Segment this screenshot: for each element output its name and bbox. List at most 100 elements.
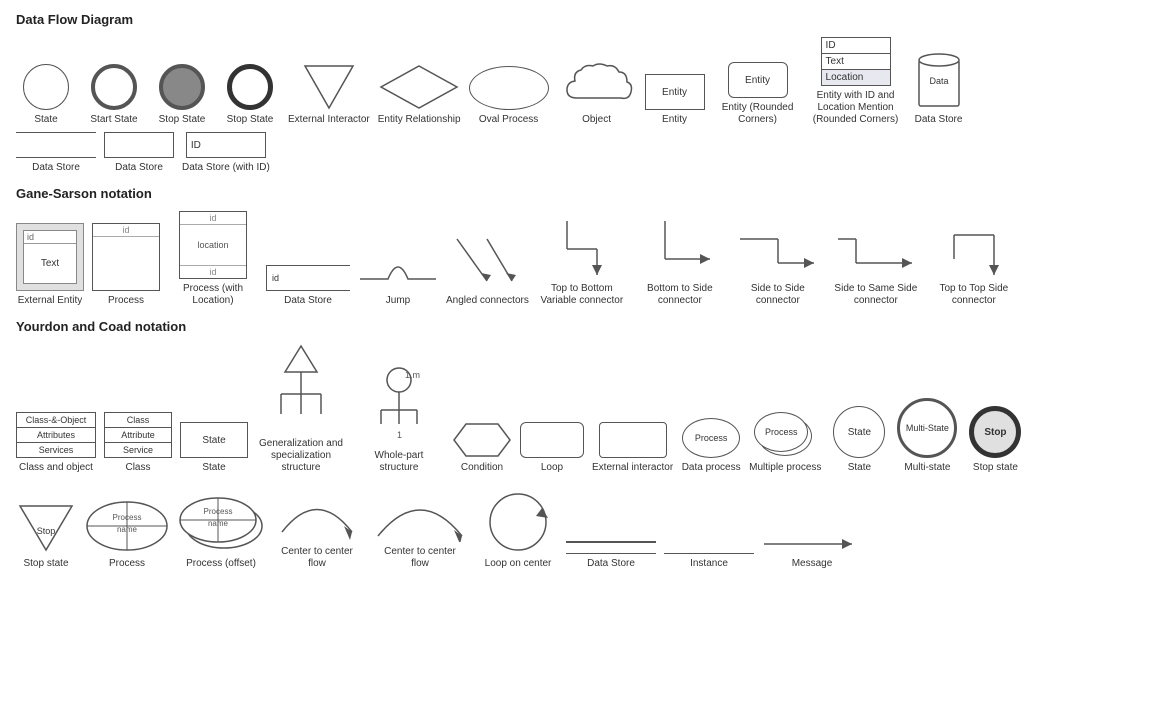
datastore-lines-shape	[16, 132, 96, 158]
gs-id: id	[24, 231, 76, 244]
dfd-entity-rounded: Entity Entity (Rounded Corners)	[713, 62, 803, 126]
yd-data-process-item: Process Data process	[681, 418, 741, 474]
yd-datastore-item: Data Store	[566, 541, 656, 570]
gs-process-body	[93, 237, 159, 290]
dfd-entity-relationship: Entity Relationship	[378, 64, 461, 126]
gs-jump-shape	[358, 245, 438, 291]
datastore-rect-label: Data Store	[115, 162, 163, 174]
gs-side-side-item: Side to Side connector	[733, 219, 823, 307]
gs-angled-shape	[447, 231, 527, 291]
dfd-state: State	[16, 64, 76, 126]
svg-text:name: name	[208, 519, 229, 528]
gs-process-shape: id	[92, 223, 160, 291]
yd-multi-process-label: Multiple process	[749, 462, 821, 474]
dfd-start-state: Start State	[84, 64, 144, 126]
gs-side-same-label: Side to Same Side connector	[831, 283, 921, 307]
stop-state-label-2: Stop State	[227, 114, 274, 126]
gs-bottom-side-label: Bottom to Side connector	[635, 283, 725, 307]
stop-state-shape-2	[227, 64, 273, 110]
yd-state-circle-shape: State	[833, 406, 885, 458]
dfd-datastore-id: ID Data Store (with ID)	[182, 132, 270, 174]
gs-side-same-item: Side to Same Side connector	[831, 219, 921, 307]
gane-row1: id Text External Entity id Process id lo	[16, 211, 1149, 307]
oval-process-shape	[469, 66, 549, 110]
gane-section: Gane-Sarson notation id Text External En…	[16, 186, 1149, 307]
data-store-label: Data Store	[915, 114, 963, 126]
gs-loc-id2: id	[180, 265, 246, 278]
yourdon-row2: Stop Stop state Process name Process	[16, 482, 1149, 570]
yd-instance-shape	[664, 553, 754, 555]
gs-datastore-label: Data Store	[284, 295, 332, 307]
yd-gen-item: Generalization and specialization struct…	[256, 344, 346, 474]
yd-loop-center-label: Loop on center	[485, 558, 552, 570]
yd-state-shape: State	[180, 422, 248, 458]
dfd-section: Data Flow Diagram State Start State Stop…	[16, 12, 1149, 174]
yd-process-item: Process name Process	[84, 498, 170, 570]
dfd-object: Object	[557, 58, 637, 126]
yd-center-flow2-label: Center to center flow	[375, 546, 465, 570]
gs-top-top-label: Top to Top Side connector	[929, 283, 1019, 307]
dfd-stop-state-1: Stop State	[152, 64, 212, 126]
datastore-rect-shape	[104, 132, 174, 158]
svg-text:Data: Data	[929, 76, 948, 86]
dfd-stop-state-2: Stop State	[220, 64, 280, 126]
yd-state-label: State	[202, 462, 225, 474]
oval-process-label: Oval Process	[479, 114, 538, 126]
yd-center-flow1-item: Center to center flow	[272, 482, 362, 570]
dfd-title: Data Flow Diagram	[16, 12, 1149, 27]
entity-label: Entity	[662, 114, 687, 126]
yd-center-flow2-item: Center to center flow	[370, 482, 470, 570]
dfd-datastore-lines: Data Store	[16, 132, 96, 174]
yd-message-shape	[762, 534, 862, 554]
gs-side-side-shape	[738, 219, 818, 279]
yd-class-obj-shape: Class-&-Object Attributes Services	[16, 412, 96, 458]
dfd-datastore-rect: Data Store	[104, 132, 174, 174]
yd-condition-label: Condition	[461, 462, 503, 474]
yd-loop-shape	[520, 422, 584, 458]
dfd-row1: State Start State Stop State Stop State	[16, 37, 1149, 126]
svg-text:Stop: Stop	[37, 526, 56, 536]
gs-text: Text	[24, 244, 76, 283]
entity-relationship-shape	[379, 64, 459, 110]
svg-text:1,m: 1,m	[405, 370, 420, 380]
yd-ext-shape	[599, 422, 667, 458]
yd-process-shape: Process name	[84, 498, 170, 554]
stop-state-label-1: Stop State	[159, 114, 206, 126]
yourdon-row1: Class-&-Object Attributes Services Class…	[16, 344, 1149, 474]
yd-data-process-shape: Process	[682, 418, 740, 458]
dfd-entity: Entity Entity	[645, 74, 705, 126]
yd-cl-row2: Attribute	[105, 428, 171, 443]
yd-condition-item: Condition	[452, 422, 512, 474]
gs-side-side-label: Side to Side connector	[733, 283, 823, 307]
entity-id-shape: ID Text Location	[821, 37, 891, 86]
yd-class-label: Class	[125, 462, 150, 474]
yd-loop-item: Loop	[520, 422, 584, 474]
gs-process-loc-item: id location id Process (with Location)	[168, 211, 258, 307]
dfd-row2: Data Store Data Store ID Data Store (wit…	[16, 132, 1149, 174]
yourdon-title: Yourdon and Coad notation	[16, 319, 1149, 334]
dfd-external-interactor: External Interactor	[288, 64, 370, 126]
gs-process-item: id Process	[92, 223, 160, 307]
yd-multi-process-shape: Process	[754, 412, 816, 458]
svg-text:1: 1	[397, 430, 402, 440]
yd-co-row3: Services	[17, 443, 95, 457]
gs-jump-label: Jump	[386, 295, 410, 307]
datastore-id-label: Data Store (with ID)	[182, 162, 270, 174]
yd-multi-process-item: Process Multiple process	[749, 412, 821, 474]
yd-class-item: Class Attribute Service Class	[104, 412, 172, 474]
yd-center-flow2-shape	[370, 482, 470, 542]
yd-center-flow1-shape	[272, 482, 362, 542]
yd-multi-state-item: Multi-State Multi-state	[897, 398, 957, 474]
yd-ds-top	[566, 541, 656, 543]
data-store-cylinder-shape: Data	[917, 50, 961, 110]
external-interactor-label: External Interactor	[288, 114, 370, 126]
yd-condition-shape	[452, 422, 512, 458]
yd-loop-center-item: Loop on center	[478, 484, 558, 570]
yd-class-shape: Class Attribute Service	[104, 412, 172, 458]
yd-class-obj-label: Class and object	[19, 462, 93, 474]
yd-gen-label: Generalization and specialization struct…	[256, 438, 346, 474]
yd-instance-label: Instance	[690, 558, 728, 570]
start-state-label: Start State	[90, 114, 137, 126]
dfd-entity-id: ID Text Location Entity with ID and Loca…	[811, 37, 901, 126]
yd-mp-front: Process	[754, 412, 808, 452]
